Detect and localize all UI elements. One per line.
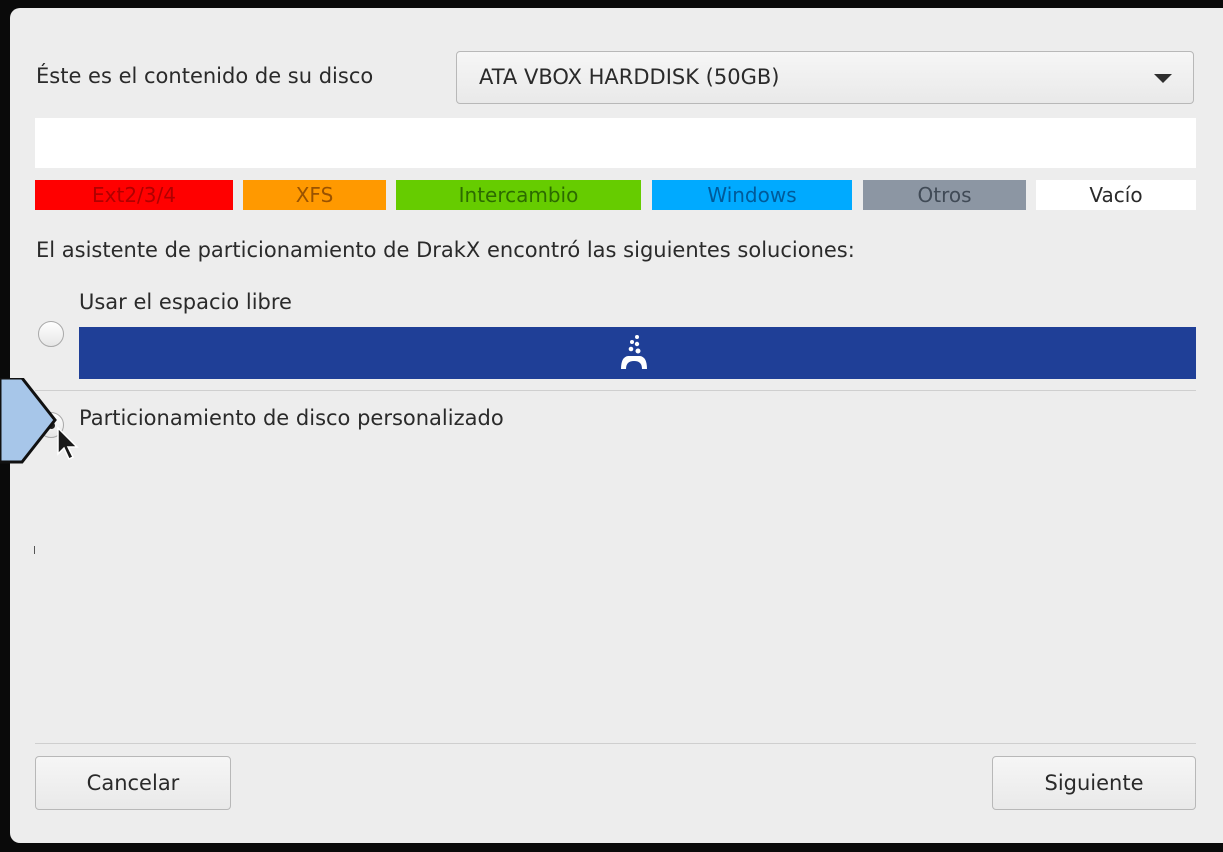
drakx-partition-icon bbox=[621, 335, 647, 369]
legend-swap: Intercambio bbox=[396, 180, 641, 210]
legend-xfs: XFS bbox=[243, 180, 386, 210]
options-separator bbox=[35, 390, 1196, 391]
legend-ext234-label: Ext2/3/4 bbox=[92, 183, 176, 207]
disk-select[interactable]: ATA VBOX HARDDISK (50GB) bbox=[456, 51, 1194, 104]
legend-ext234: Ext2/3/4 bbox=[35, 180, 233, 210]
legend-empty-label: Vacío bbox=[1089, 183, 1143, 207]
disk-label: Éste es el contenido de su disco bbox=[36, 64, 374, 88]
legend-other-label: Otros bbox=[917, 183, 972, 207]
mouse-pointer-icon bbox=[57, 426, 79, 461]
option-custom-partitioning-label[interactable]: Particionamiento de disco personalizado bbox=[79, 406, 504, 430]
next-button[interactable]: Siguiente bbox=[992, 756, 1196, 810]
legend-xfs-label: XFS bbox=[295, 183, 334, 207]
cancel-button[interactable]: Cancelar bbox=[35, 756, 231, 810]
partitioning-dialog: Éste es el contenido de su disco ATA VBO… bbox=[10, 8, 1223, 843]
chevron-down-icon bbox=[1154, 74, 1172, 83]
free-space-bar[interactable] bbox=[79, 327, 1196, 379]
footer-separator bbox=[35, 743, 1196, 744]
legend-windows-label: Windows bbox=[707, 183, 797, 207]
legend-windows: Windows bbox=[652, 180, 852, 210]
option-free-space-label[interactable]: Usar el espacio libre bbox=[79, 290, 292, 314]
pointer-callout-arrow bbox=[0, 378, 57, 464]
radio-free-space[interactable] bbox=[38, 321, 64, 347]
disk-usage-bar bbox=[35, 118, 1196, 168]
legend-swap-label: Intercambio bbox=[458, 183, 579, 207]
disk-select-value: ATA VBOX HARDDISK (50GB) bbox=[479, 65, 780, 89]
wizard-description: El asistente de particionamiento de Drak… bbox=[36, 238, 855, 262]
text-cursor-mark bbox=[34, 546, 35, 554]
legend-other: Otros bbox=[863, 180, 1026, 210]
legend-empty: Vacío bbox=[1036, 180, 1196, 210]
